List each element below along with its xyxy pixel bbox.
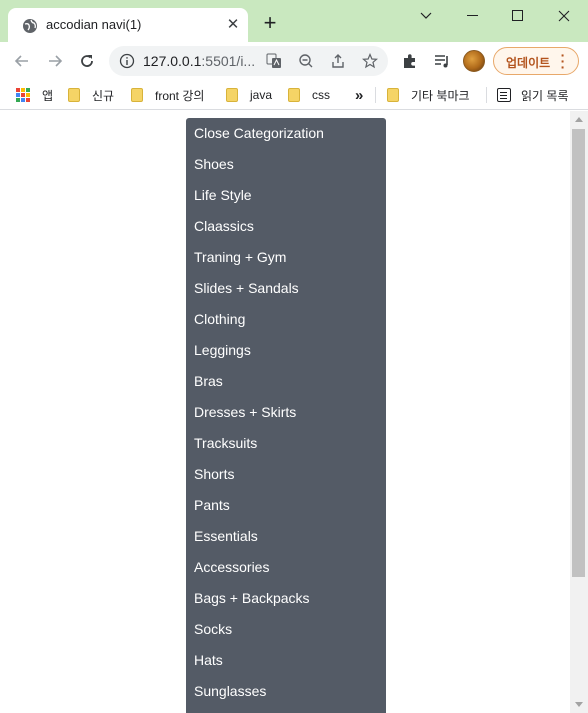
url-text[interactable]: 127.0.0.1:5501/i... [143,53,255,69]
bookmark-folder-label: css [312,88,330,102]
folder-icon [387,88,399,102]
zoom-out-icon[interactable] [298,53,314,69]
browser-tab[interactable]: accodian navi(1) ✕ [8,8,248,42]
update-label: 업데이트 [506,56,551,70]
new-tab-button[interactable]: + [259,12,281,34]
reading-list[interactable]: 읽기 목록 [497,85,569,105]
forward-arrow-icon[interactable] [43,49,67,73]
bookmark-folder[interactable]: css [288,85,330,105]
bookmark-folder-label: front 강의 [155,88,205,103]
folder-icon [226,88,238,102]
nav-item[interactable]: Accessories [194,557,269,577]
nav-item[interactable]: Life Style [194,185,252,205]
vertical-scrollbar[interactable] [570,111,588,713]
scroll-up-arrow-icon[interactable] [575,117,583,122]
nav-item[interactable]: Tracksuits [194,433,257,453]
scroll-down-arrow-icon[interactable] [575,702,583,707]
bookmarks-overflow-chevron[interactable]: » [355,85,363,105]
extensions-puzzle-icon[interactable] [401,52,419,70]
nav-item[interactable]: Claassics [194,216,254,236]
share-icon[interactable] [330,53,346,69]
nav-item[interactable]: Leggings [194,340,251,360]
reading-list-label: 읽기 목록 [521,88,569,103]
nav-item[interactable]: Clothing [194,309,245,329]
nav-item[interactable]: Hats [194,650,223,670]
nav-item[interactable]: Bras [194,371,223,391]
update-button[interactable]: 업데이트 · · · [493,47,579,75]
bookmark-folder-label: java [250,88,273,102]
nav-item[interactable]: Sunglasses [194,681,266,701]
nav-item[interactable]: Dresses + Skirts [194,402,296,422]
profile-avatar[interactable] [463,50,485,72]
tab-close-icon[interactable]: ✕ [224,16,242,34]
bookmark-apps[interactable]: 앱 [16,85,53,105]
tab-title: accodian navi(1) [46,17,142,32]
bookmark-star-icon[interactable] [362,53,378,69]
bookmark-folder[interactable]: 신규 [68,85,114,105]
nav-item[interactable]: Bags + Backpacks [194,588,310,608]
address-bar[interactable]: 127.0.0.1:5501/i... [109,46,388,76]
accordion-nav-menu: Close Categorization Shoes Life Style Cl… [186,118,386,713]
globe-icon [22,18,38,34]
bookmarks-divider [375,87,376,103]
folder-icon [131,88,143,102]
reading-list-icon [497,88,511,102]
info-icon[interactable] [119,53,135,69]
translate-icon[interactable] [266,53,282,69]
bookmark-other-folder[interactable]: 기타 북마크 [387,85,470,105]
bookmark-apps-label: 앱 [42,88,54,103]
tab-strip: accodian navi(1) ✕ + [0,0,588,42]
nav-item[interactable]: Shoes [194,154,234,174]
page-viewport: Close Categorization Shoes Life Style Cl… [0,111,588,713]
folder-icon [68,88,80,102]
close-icon[interactable] [540,0,588,32]
bookmark-folder[interactable]: java [226,85,272,105]
apps-grid-icon [16,88,30,102]
nav-item[interactable]: Traning + Gym [194,247,286,267]
chevron-down-icon[interactable] [402,0,450,32]
nav-item[interactable]: Shorts [194,464,234,484]
bookmark-folder-label: 신규 [92,88,115,103]
reload-icon[interactable] [75,49,99,73]
media-playlist-icon[interactable] [433,52,451,70]
bookmarks-divider [486,87,487,103]
menu-dots-icon[interactable]: · · · [560,48,566,74]
scrollbar-thumb[interactable] [572,129,585,577]
nav-item[interactable]: Pants [194,495,230,515]
bookmark-folder[interactable]: front 강의 [131,85,204,105]
minimize-icon[interactable] [449,0,497,32]
folder-icon [288,88,300,102]
nav-item[interactable]: Essentials [194,526,258,546]
back-arrow-icon[interactable] [10,49,34,73]
nav-item-close-categorization[interactable]: Close Categorization [194,123,324,143]
nav-item[interactable]: Socks [194,619,232,639]
nav-item[interactable]: Slides + Sandals [194,278,299,298]
bookmarks-bar: 앱 신규 front 강의 java css » 기타 북마크 읽기 목록 [0,80,588,110]
browser-toolbar: 127.0.0.1:5501/i... 업데이트 · · · [0,42,588,80]
bookmark-other-label: 기타 북마크 [411,88,470,103]
maximize-icon[interactable] [494,0,542,32]
